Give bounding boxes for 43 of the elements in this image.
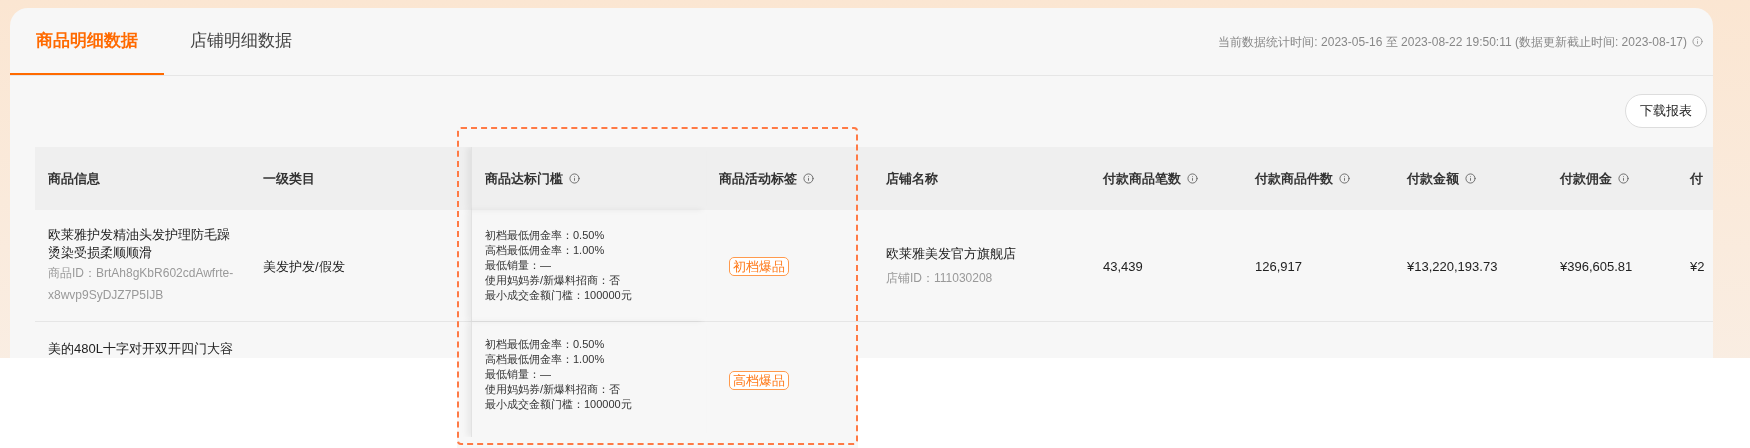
- column-header: 付: [1690, 169, 1703, 188]
- threshold-text: 最低销量：—: [485, 367, 552, 382]
- store-id: 店铺ID：111030208: [886, 270, 994, 288]
- info-icon[interactable]: [1339, 173, 1350, 184]
- category-text: 美发护发/假发: [263, 258, 345, 274]
- threshold-text: 最小成交金额门槛：100000元: [485, 288, 632, 303]
- info-icon[interactable]: [1618, 173, 1629, 184]
- column-header: 商品达标门槛: [485, 168, 580, 189]
- threshold-text: 最小成交金额门槛：100000元: [485, 397, 633, 412]
- info-icon[interactable]: [803, 173, 814, 184]
- column-header: 付款商品笔数: [1103, 168, 1198, 189]
- product-name: 美的480L十字对开双开四门大容: [48, 341, 233, 356]
- product-name: 欧莱雅护发精油头发护理防毛躁烫染受损柔顺顺滑: [48, 225, 231, 262]
- stats-time-text: 当前数据统计时间: 2023-05-16 至 2023-08-22 19:50:11 (数据更新截止时间: 2023-08-17): [1218, 33, 1687, 51]
- table-cell: ¥13,220,193.73: [1407, 258, 1498, 274]
- threshold-text: 最低销量：—: [485, 258, 552, 273]
- threshold-text: 高档最低佣金率：1.00%: [485, 352, 606, 367]
- activity-tag: 初档爆品: [729, 256, 789, 276]
- threshold-text: 使用妈妈券/新爆料招商：否: [485, 273, 622, 288]
- column-header: 付款金额: [1407, 168, 1476, 189]
- table-cell: ¥2: [1690, 258, 1705, 274]
- column-header: 店铺名称: [886, 169, 938, 188]
- info-icon[interactable]: [569, 173, 580, 184]
- table-cell: 126,917: [1255, 258, 1302, 274]
- download-report-button[interactable]: 下载报表: [1625, 94, 1707, 128]
- column-header: 付款佣金: [1560, 168, 1629, 189]
- column-header: 一级类目: [263, 169, 315, 188]
- info-icon[interactable]: [1187, 173, 1198, 184]
- info-icon[interactable]: [1692, 36, 1703, 47]
- threshold-text: 初档最低佣金率：0.50%: [485, 337, 606, 352]
- threshold-text: 初档最低佣金率：0.50%: [485, 228, 606, 243]
- tab[interactable]: 店铺明细数据: [164, 8, 318, 75]
- table-cell: 43,439: [1103, 258, 1143, 274]
- threshold-text: 高档最低佣金率：1.00%: [485, 243, 606, 258]
- store-name: 欧莱雅美发官方旗舰店: [886, 244, 1017, 263]
- info-icon[interactable]: [1465, 173, 1476, 184]
- activity-tag: 高档爆品: [729, 371, 789, 390]
- threshold-text: 使用妈妈券/新爆料招商：否: [485, 382, 622, 397]
- table-cell: ¥396,605.81: [1560, 258, 1633, 274]
- column-header: 商品信息: [48, 169, 100, 188]
- product-id: 商品ID：BrtAh8gKbR602cdAwfrte-x8wvp9SyDJZ7P5IJB: [48, 264, 235, 304]
- column-header: 付款商品件数: [1255, 168, 1350, 189]
- column-header: 商品活动标签: [719, 168, 814, 189]
